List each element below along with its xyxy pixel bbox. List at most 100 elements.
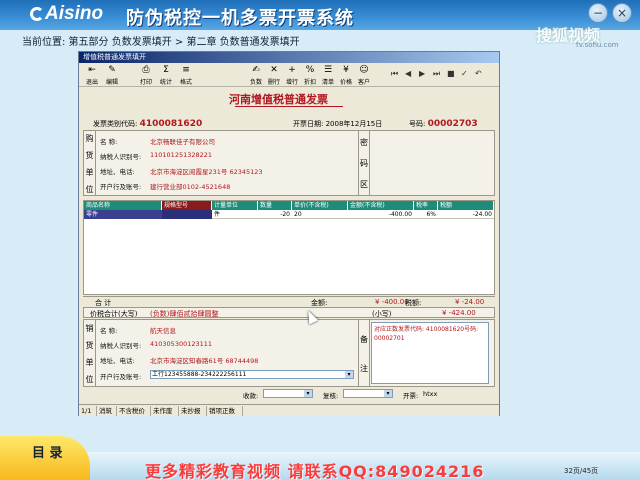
status-price-type: 不含税价 (117, 406, 151, 416)
cell-qty[interactable]: -20 (258, 210, 292, 219)
list-button[interactable]: ☰ 清单 (319, 65, 337, 86)
payee-label: 收款: (243, 392, 259, 400)
delete-label: 删行 (267, 79, 280, 86)
menu-label: 目 录 (32, 446, 63, 461)
list-icon: ☰ (323, 65, 333, 75)
seller-bank-select[interactable]: 工行123455888-234222256111 (150, 370, 354, 379)
customer-icon: ☺ (359, 65, 369, 75)
delete-icon: ✕ (270, 65, 278, 75)
menu-button[interactable]: 目 录 (0, 436, 90, 480)
negative-button[interactable]: ✍ 负数 (247, 65, 265, 86)
ad-text: 更多精彩教育视频 请联系QQ:849024216 (145, 462, 485, 480)
grid-header: 商品名称 规格型号 计量单位 数量 单价(不含税) 金额(不含税) 税率 税额 (84, 201, 494, 210)
col-qty[interactable]: 数量 (258, 201, 292, 210)
invoice-code: 发票类别代码: 4100081620 (93, 119, 203, 129)
buyer-side-label: 购 货 单 位 (84, 131, 96, 195)
status-page: 1/1 (79, 406, 97, 416)
system-title: 防伪税控一机多票开票系统 (126, 8, 354, 29)
edit-label: 编辑 (105, 79, 118, 86)
taxprice-icon: ¥ (343, 65, 349, 75)
seller-address-value[interactable]: 北京市海淀区知春路61号 68744498 (150, 355, 258, 365)
cell-tax[interactable]: -24.00 (438, 210, 494, 219)
cell-spec[interactable] (162, 210, 212, 219)
add-label: 增行 (285, 79, 298, 86)
buyer-name-label: 名 称: (100, 138, 118, 146)
page-indicator: 32页/45页 (564, 467, 599, 475)
minimize-button[interactable]: − (588, 3, 608, 23)
cell-amount[interactable]: -400.00 (348, 210, 414, 219)
cell-rate[interactable]: 6% (414, 210, 438, 219)
col-amount[interactable]: 金额(不含税) (348, 201, 414, 210)
col-price[interactable]: 单价(不含税) (292, 201, 348, 210)
cell-unit[interactable]: 件 (212, 210, 258, 219)
print-button[interactable]: ⎙ 打印 (137, 65, 155, 86)
invoice-title: 河南增值税普通发票 (229, 93, 328, 106)
format-label: 格式 (179, 79, 192, 86)
aisino-swoosh-icon (30, 7, 44, 21)
nav-stop-icon[interactable]: ■ (447, 69, 455, 78)
payee-select[interactable] (263, 389, 313, 398)
cell-price[interactable]: 20 (292, 210, 348, 219)
exit-icon: ⇤ (88, 65, 96, 75)
seller-name-value[interactable]: 航天信息 (150, 325, 176, 335)
buyer-taxid-value[interactable]: 110101251328221 (150, 151, 212, 159)
remark-textarea[interactable]: 对应正数发票代码: 4100081620号码: 00002701 (371, 322, 489, 384)
buyer-taxid-label: 纳税人识别号: (100, 153, 142, 161)
seller-taxid-value[interactable]: 410305300123111 (150, 340, 212, 348)
list-label: 清单 (321, 79, 334, 86)
buyer-address-value[interactable]: 北京市海淀区阅霞星231号 62345123 (150, 166, 263, 176)
nav-last-icon[interactable]: ⏭ (433, 69, 440, 79)
buyer-bank-value[interactable]: 建行营业部0102-4521648 (150, 181, 230, 191)
format-button[interactable]: ≡ 格式 (177, 65, 195, 86)
watermark-url: tv.sohu.com (576, 41, 619, 49)
buyer-address-label: 地址、电话: (100, 168, 135, 176)
discount-label: 折扣 (303, 79, 316, 86)
col-tax[interactable]: 税额 (438, 201, 494, 210)
discount-button[interactable]: % 折扣 (301, 65, 319, 86)
tax-total-row: 价税合计(大写) (负数)肆佰贰拾肆圆整 (小写) ¥ -424.00 (83, 307, 495, 318)
code-area-label: 密 码 区 (358, 131, 370, 195)
table-row[interactable]: 零件 件 -20 20 -400.00 6% -24.00 (84, 210, 494, 219)
nav-prev-icon[interactable]: ◀ (405, 69, 411, 78)
exit-button[interactable]: ⇤ 退出 (83, 65, 101, 86)
tax-total-small-label: (小写) (372, 310, 392, 318)
nav-next-icon[interactable]: ▶ (419, 69, 425, 78)
customer-button[interactable]: ☺ 客户 (355, 65, 373, 86)
stats-button[interactable]: Σ 统计 (157, 65, 175, 86)
cell-name[interactable]: 零件 (84, 210, 162, 219)
exit-label: 退出 (85, 79, 98, 86)
status-type: 销项正数 (207, 406, 243, 416)
invoice-window: 增值税普通发票填开 ⇤ 退出 ✎ 编辑 ⎙ 打印 Σ 统计 ≡ 格式 ✍ 负数 ✕ 删行 + 增行% 折扣 ☰ 清单… (78, 51, 500, 416)
taxprice-button[interactable]: ¥ 价格 (337, 65, 355, 86)
buyer-name-value[interactable]: 北京畅联佳子有限公司 (150, 136, 215, 146)
seller-taxid-label: 纳税人识别号: (100, 342, 142, 350)
nav-first-icon[interactable]: ⏮ (391, 69, 398, 79)
col-rate[interactable]: 税率 (414, 201, 438, 210)
seller-name-label: 名 称: (100, 327, 118, 335)
nav-confirm-icon[interactable]: ✓ (461, 69, 468, 78)
seller-bank-label: 开户行及账号: (100, 373, 142, 381)
format-icon: ≡ (182, 65, 190, 75)
col-goods-name[interactable]: 商品名称 (84, 201, 162, 210)
close-button[interactable]: × (612, 3, 632, 23)
review-select[interactable] (343, 389, 393, 398)
tax-total-upper: (负数)肆佰贰拾肆圆整 (150, 310, 219, 318)
print-icon: ⎙ (142, 65, 150, 75)
edit-icon: ✎ (108, 65, 116, 75)
nav-undo-icon[interactable]: ↶ (475, 69, 482, 78)
print-label: 打印 (139, 79, 152, 86)
buyer-block: 购 货 单 位 名 称: 北京畅联佳子有限公司 纳税人识别号: 11010125… (83, 130, 495, 196)
edit-button[interactable]: ✎ 编辑 (103, 65, 121, 86)
delete-button[interactable]: ✕ 删行 (265, 65, 283, 86)
status-bar: 1/1 消筑 不含税价 未作废 未抄报 销项正数 (79, 404, 499, 416)
totals-tax-value: ¥ -24.00 (455, 298, 485, 306)
logo-text: Aisino (45, 3, 104, 24)
add-button[interactable]: + 增行 (283, 65, 301, 86)
goods-grid[interactable]: 商品名称 规格型号 计量单位 数量 单价(不含税) 金额(不含税) 税率 税额 … (83, 200, 495, 295)
col-unit[interactable]: 计量单位 (212, 201, 258, 210)
col-spec[interactable]: 规格型号 (162, 201, 212, 210)
negative-icon: ✍ (252, 65, 260, 75)
aisino-logo: Aisino (30, 3, 103, 25)
seller-side-label: 销 货 单 位 (84, 320, 96, 386)
taxprice-label: 价格 (339, 79, 352, 86)
